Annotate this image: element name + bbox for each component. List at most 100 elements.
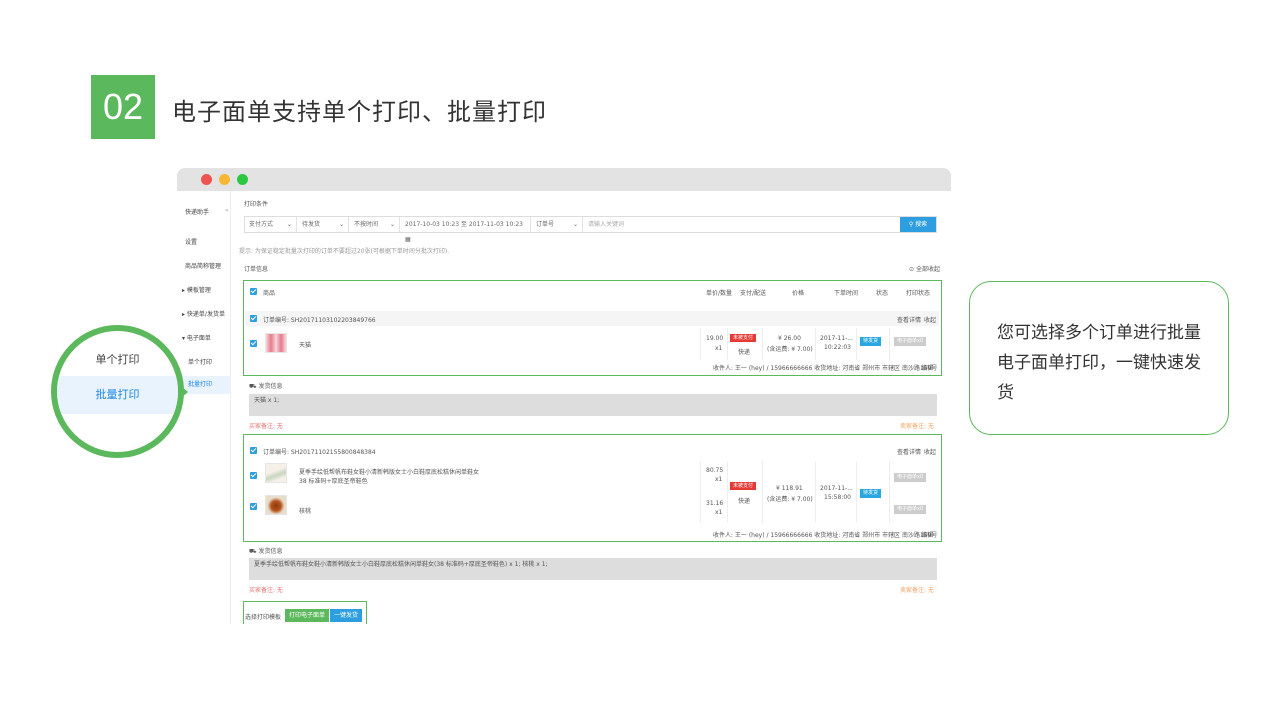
callout-box: 您可选择多个订单进行批量电子面单打印，一键快速发货 (969, 281, 1229, 435)
maximize-window-icon[interactable] (237, 174, 248, 185)
ship-status-value: 待发货 (302, 221, 321, 228)
sidebar-item-eorder[interactable]: ▾ 电子面单 (182, 333, 211, 342)
close-window-icon[interactable] (201, 174, 212, 185)
order-1-time-date: 2017-11-... (820, 335, 853, 342)
window-titlebar (177, 168, 951, 191)
order-1-pay-tag: 未被支付 (730, 334, 757, 342)
order-1-item-qty: x1 (715, 345, 723, 352)
app-window: 快递助手 « 设置 商品简称管理 ▸ 模板管理 ▸ 快递单/发货单 ▾ 电子面单… (177, 168, 951, 624)
minimize-window-icon[interactable] (219, 174, 230, 185)
zoom-magnifier: 单个打印 批量打印 (51, 325, 184, 458)
sidebar-item-product-alias[interactable]: 商品简称管理 (185, 261, 221, 270)
product-thumbnail (265, 495, 287, 515)
keyword-search-input[interactable]: 请输入关键词 (584, 217, 900, 232)
pay-method-value: 支付方式 (249, 221, 274, 228)
order-2-item-1-name: 夏季手绘低帮帆布鞋女鞋小清新韩版女士小白鞋厚底松糕休闲单鞋女 (299, 469, 480, 476)
divider (889, 328, 890, 360)
order-1-view-detail[interactable]: 查看详情 (897, 315, 921, 324)
order-1-item-checkbox[interactable] (250, 340, 257, 347)
order-2-shipping-label: 发货信息 (258, 548, 283, 555)
order-2-item-1-print-status: 电子面单x0 (894, 473, 927, 482)
chevron-down-icon: ⌄ (389, 221, 395, 228)
sidebar-item-eorder-label: 电子面单 (186, 335, 211, 342)
col-price-qty: 单价/数量 (706, 290, 733, 297)
divider (856, 461, 857, 523)
collapse-all-icon: ⊙ (909, 266, 915, 273)
col-time: 下单时间 (834, 290, 859, 297)
order-2-item-2-qty: x1 (715, 509, 723, 516)
col-pay-ship: 支付/配送 (740, 290, 767, 297)
order-2-item-2-price: 31.16 (706, 500, 724, 507)
order-1-shipping-info: ⛟ 发货信息 (249, 381, 283, 391)
order-field-value: 订单号 (536, 221, 555, 228)
sidebar-item-single-print[interactable]: 单个打印 (188, 357, 212, 366)
time-type-select[interactable]: 不按时间 ⌄ (350, 217, 400, 232)
order-1-amount: ¥ 26.00 (778, 335, 801, 342)
order-field-select[interactable]: 订单号 ⌄ (532, 217, 583, 232)
orders-section-label: 订单信息 (244, 266, 269, 273)
batch-tip: 提示: 为保证稳定批量次打印的订单不要超过20张(可根据下单时间分批次打印). (239, 248, 450, 255)
order-1-print-status: 电子面单x0 (894, 337, 927, 346)
chevron-down-icon: ⌄ (286, 221, 292, 228)
order-2-item-2-checkbox[interactable] (250, 503, 257, 510)
order-1-time-clock: 10:22:03 (824, 344, 851, 351)
order-1-collapse[interactable]: 收起 (924, 315, 936, 324)
divider (727, 328, 728, 360)
order-1-item-name: 天猫 (299, 342, 312, 349)
order-2-amount-note: (含运费: ¥ 7.00) (767, 496, 813, 503)
chevron-down-icon: ⌄ (338, 221, 344, 228)
date-range-input[interactable]: 2017-10-03 10:23 至 2017-11-03 10:23 ▦ (401, 217, 531, 243)
divider (815, 461, 816, 523)
order-1-number: 订单编号: SH20171103102203849766 (263, 317, 376, 324)
divider (889, 461, 890, 523)
order-2-item-1-checkbox[interactable] (250, 472, 257, 479)
slide-number-badge: 02 (91, 75, 155, 139)
truck-icon: ⛟ (249, 548, 257, 555)
order-1-amount-note: (含运费: ¥ 7.00) (767, 346, 813, 353)
divider (762, 461, 763, 523)
order-1-edit-link[interactable]: 编辑 (921, 363, 933, 372)
order-2-number: 订单编号: SH20171102155800848384 (263, 449, 376, 456)
order-2-view-detail[interactable]: 查看详情 (897, 447, 921, 456)
divider (727, 461, 728, 523)
order-1-ship-method: 快递 (738, 349, 751, 356)
collapse-all-link[interactable]: ⊙ 全部收起 (909, 264, 940, 273)
order-1-shipping-label: 发货信息 (258, 383, 283, 390)
order-2-shipping-textarea[interactable]: 夏季手绘低帮帆布鞋女鞋小清新韩版女士小白鞋厚底松糕休闲单鞋女(38 标准码+厚底… (249, 558, 937, 580)
one-click-ship-button[interactable]: 一键发货 (330, 609, 363, 622)
product-thumbnail (265, 463, 287, 483)
slide-title: 电子面单支持单个打印、批量打印 (172, 98, 547, 126)
col-print-status: 打印状态 (906, 290, 931, 297)
divider (700, 328, 701, 360)
order-2-item-1-price: 80.75 (706, 467, 724, 474)
order-1-checkbox[interactable] (250, 315, 257, 322)
sidebar-collapse-icon[interactable]: « (225, 207, 229, 214)
order-2-receiver: 收件人: 王一 (hey) / 15966666666 收货地址: 河南省 郑州… (713, 532, 938, 539)
sidebar-item-templates[interactable]: ▸ 模板管理 (182, 285, 211, 294)
order-2-amount: ¥ 118.91 (776, 485, 803, 492)
order-1-shipping-textarea[interactable]: 天猫 x 1; (249, 394, 937, 416)
order-1-buyer-note: 买家备注: 无 (249, 423, 283, 430)
order-2-item-2-print-status: 电子面单x0 (894, 505, 927, 514)
truck-icon: ⛟ (249, 383, 257, 390)
print-eorder-button[interactable]: 打印电子面单 (285, 609, 330, 622)
sidebar-item-templates-label: 模板管理 (186, 287, 211, 294)
order-2-item-1-sku: 38 标准码+厚底圣帝鞋色 (299, 478, 368, 485)
collapse-all-label: 全部收起 (915, 266, 940, 273)
zoom-single-print: 单个打印 (95, 353, 140, 366)
order-2-collapse[interactable]: 收起 (924, 447, 936, 456)
order-2-item-2-name: 核桃 (299, 508, 312, 515)
sidebar-item-waybill[interactable]: ▸ 快递单/发货单 (182, 309, 225, 318)
order-2-edit-link[interactable]: 编辑 (921, 530, 933, 539)
sidebar-item-settings[interactable]: 设置 (185, 237, 197, 246)
ship-status-select[interactable]: 待发货 ⌄ (298, 217, 349, 232)
select-all-checkbox[interactable] (250, 288, 257, 295)
search-button[interactable]: ⚲ 搜索 (900, 217, 936, 232)
pay-method-select[interactable]: 支付方式 ⌄ (245, 217, 297, 232)
sidebar: 快递助手 « 设置 商品简称管理 ▸ 模板管理 ▸ 快递单/发货单 ▾ 电子面单… (177, 191, 231, 624)
template-label: 选择打印模板 (245, 614, 282, 621)
order-2-status: 待发货 (860, 489, 882, 498)
order-2-time-clock: 15:58:00 (824, 494, 851, 501)
order-2-checkbox[interactable] (250, 447, 257, 454)
col-amount: 价格 (792, 290, 805, 297)
